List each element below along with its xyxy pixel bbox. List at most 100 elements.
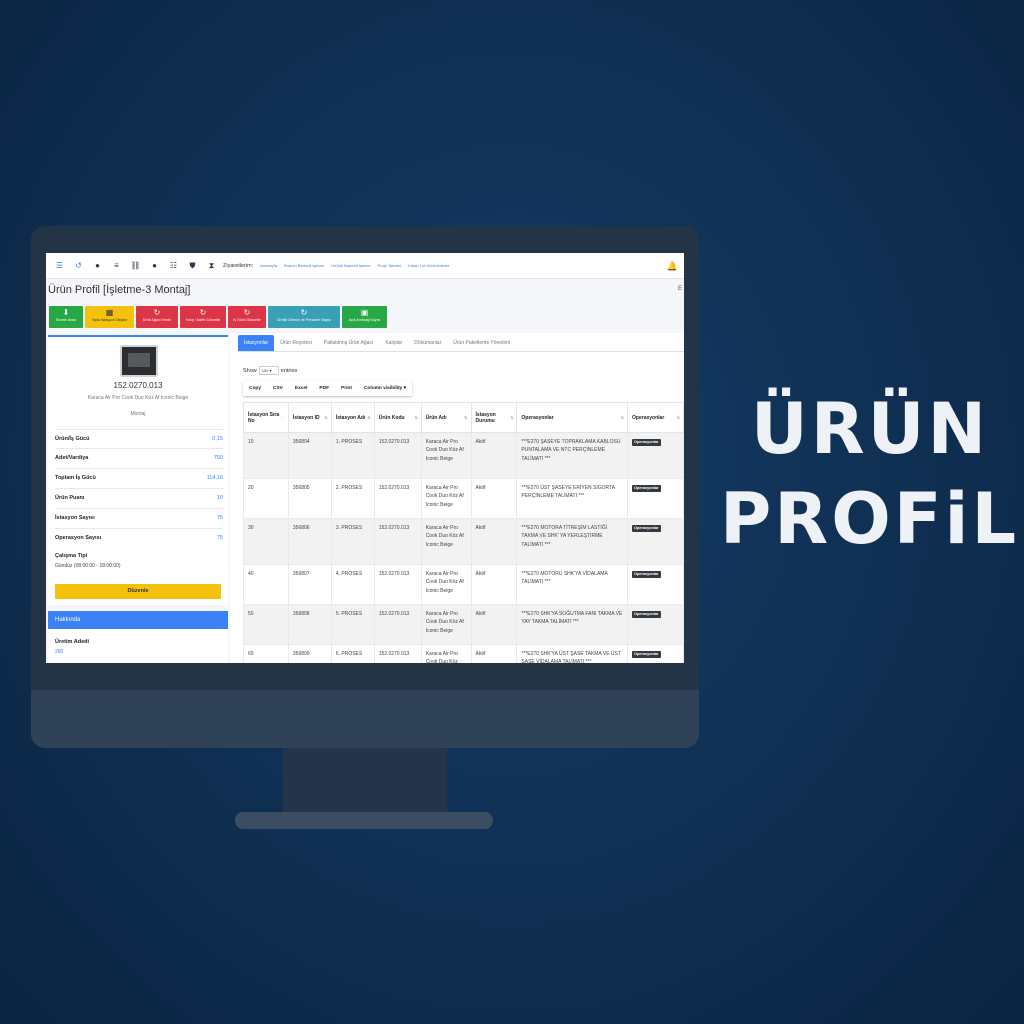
hourglass-icon[interactable]: ⧗ [202,261,221,271]
cell-name: 6. PROSES [330,644,375,663]
stat-value: 750 [213,455,223,461]
open-package-button[interactable]: ▣ Açık Ambalaj Sayısı [342,306,387,328]
cell-id: 356805 [287,478,332,519]
visitor-link[interactable]: Proje Takvimi [378,263,402,268]
workforce-update-button[interactable]: ↻ İş Gücü Güncelle [228,306,266,328]
col-header[interactable]: Operasyonlar ⇅ [627,402,684,433]
cell-code: 152.0270.013 [373,564,422,605]
stat-label: Adet/Vardiya [55,455,89,461]
entries-select[interactable]: 100 ▾ [258,366,279,375]
refresh-icon: ↻ [300,308,308,317]
col-header[interactable]: İstasyon ID ⇅ [287,402,332,433]
excel-button[interactable]: Excel [289,381,314,396]
operations-badge[interactable]: Operasyonlar [632,525,661,532]
col-header-label: İstasyon Adı [335,414,366,421]
tab-documents[interactable]: Dökümanlar [408,335,447,351]
visitor-link[interactable]: Anasayfa [260,263,277,268]
stat-label: İstasyon Sayısı [55,515,95,521]
sort-icon: ⇅ [676,415,680,420]
operations-badge[interactable]: Operasyonlar [632,571,661,578]
col-header[interactable]: İstasyon Adı ⇅ [330,402,375,433]
visitor-link[interactable]: Branch Barkodl İşleme [284,263,324,268]
cell-code: 152.0270.013 [373,644,422,663]
cell-order: 50 [243,604,289,645]
cell-status: Aktif [470,604,518,645]
table-row: 10 356804 1. PROSES 152.0270.013 Karaca … [243,432,684,479]
product-name: Karaca Air Pro Cook Duo Köz Af Iconic Be… [87,395,189,401]
main-panel: İstasyonlar Ürün Reçetesi Patlatılmış Ür… [237,333,684,663]
shield-icon[interactable]: ⛊ [183,261,202,271]
table-body: 10 356804 1. PROSES 152.0270.013 Karaca … [243,432,684,663]
print-button[interactable]: Print [335,381,358,396]
cell-product: Karaca Air Pro Cook Duo Köz Af Iconic Be… [420,432,472,479]
export-excel-button[interactable]: ⬇ Excele Aktar [49,306,83,328]
visitor-link[interactable]: Ürünlü Barkodl İşleme [331,263,370,268]
cell-id: 356804 [287,432,332,479]
ordered-list-icon[interactable]: ☷ [164,261,183,270]
monitor-base [235,812,493,829]
stat-row: Toplam İş Gücü 114,16 [55,468,223,487]
copy-button[interactable]: Copy [243,381,267,396]
stat-row: Adet/Vardiya 750 [55,448,223,467]
csv-button[interactable]: CSV [267,381,289,396]
tab-packaging[interactable]: Ürün Paketleme Yönetimi [447,335,516,351]
sitemap-icon[interactable]: ⛓ [126,261,145,270]
cell-status: Aktif [470,564,518,605]
bell-icon[interactable]: 🔔 [667,261,678,272]
history-icon[interactable]: ↺ [69,261,88,270]
production-count-label: Üretim Adedi [55,639,90,645]
cell-operations-action: Operasyonlar [627,478,684,519]
tab-stations[interactable]: İstasyonlar [238,335,275,351]
operations-badge[interactable]: Operasyonlar [632,651,661,658]
stat-row: İstasyon Sayısı 75 [55,508,223,527]
tab-recipe[interactable]: Ürün Reçetesi [274,335,318,351]
cell-name: 5. PROSES [330,604,375,645]
cell-operations: ***E270 ÜST ŞASEYE ERİYEN SİGORTA PERÇİN… [516,478,629,519]
menu-icon[interactable]: ☰ [50,261,69,270]
col-header-label: İstasyon Durumu [475,411,496,424]
stat-value: 75 [216,535,223,541]
col-header[interactable]: İstasyon Sıra No ↑↓ [243,402,289,433]
page-title: Ürün Profil [İşletme-3 Montaj] [48,284,191,296]
col-header[interactable]: Operasyonlar ⇅ [516,402,629,433]
tab-molds[interactable]: Kalıplar [379,335,408,351]
col-header[interactable]: Ürün Kodu ⇅ [373,402,422,433]
entries-label: entries [280,367,298,374]
cell-id: 356806 [287,518,332,565]
col-header[interactable]: Ürün Adı ⇅ [420,402,472,433]
operations-badge[interactable]: Operasyonlar [632,611,661,618]
col-header-label: Operasyonlar [632,414,665,421]
button-label: İş Gücü Güncelle [233,318,261,322]
cell-order: 60 [243,644,289,663]
show-label: Show [243,367,257,374]
mold-update-button[interactable]: ↻ Kalıp / Adeti Güncelle [180,306,226,328]
pdf-button[interactable]: PDF [313,381,335,396]
col-header-label: Ürün Kodu [378,414,405,421]
about-header: Hakkında [48,611,228,629]
product-sidebar: 152.0270.013 Karaca Air Pro Cook Duo Köz… [46,333,230,663]
list-icon[interactable]: ≡ [107,261,126,270]
cell-order: 20 [243,478,289,519]
sort-icon: ⇅ [367,415,371,420]
cell-status: Aktif [470,518,518,565]
table-row: 30 356806 3. PROSES 152.0270.013 Karaca … [243,518,684,565]
apple-icon[interactable]: ● [145,261,164,270]
tab-exploded-tree[interactable]: Patlatılmış Ürün Ağacı [318,335,379,351]
bulk-station-button[interactable]: ▦ Toplu İstasyon Oluştur [85,306,134,328]
table-row: 50 356808 5. PROSES 152.0270.013 Karaca … [243,604,684,645]
stat-row: Ürün Puanı 10 [55,488,223,507]
col-header[interactable]: İstasyon Durumu ⇅ [470,402,518,433]
edit-button[interactable]: Düzenle [55,584,221,599]
cell-operations: ***E270 ŞASEYE TOPRAKLAMA KABLOSU PUNTAL… [516,432,629,479]
sort-icon: ⇅ [464,415,468,420]
cell-operations: ***E270 MOTORU SHK'YA VİDALAMA TALİMATI … [516,564,629,605]
user-icon[interactable]: ● [88,261,107,270]
cell-operations: ***E270 MOTORA TİTREŞİM LASTİĞİ TAKMA VE… [516,518,629,565]
visitor-link[interactable]: Kalan Lot Görüntüleme [408,263,449,268]
column-visibility-button[interactable]: Column visibility ▾ [358,381,412,396]
product-tree-button[interactable]: ↻ Ürün Ağacı Verdir [136,306,178,328]
cell-name: 3. PROSES [330,518,375,565]
operations-badge[interactable]: Operasyonlar [632,439,661,446]
operations-badge[interactable]: Operasyonlar [632,485,661,492]
personnel-count-button[interactable]: ↻ Üretilir Ürünün ve Personel Sayısı [268,306,340,328]
